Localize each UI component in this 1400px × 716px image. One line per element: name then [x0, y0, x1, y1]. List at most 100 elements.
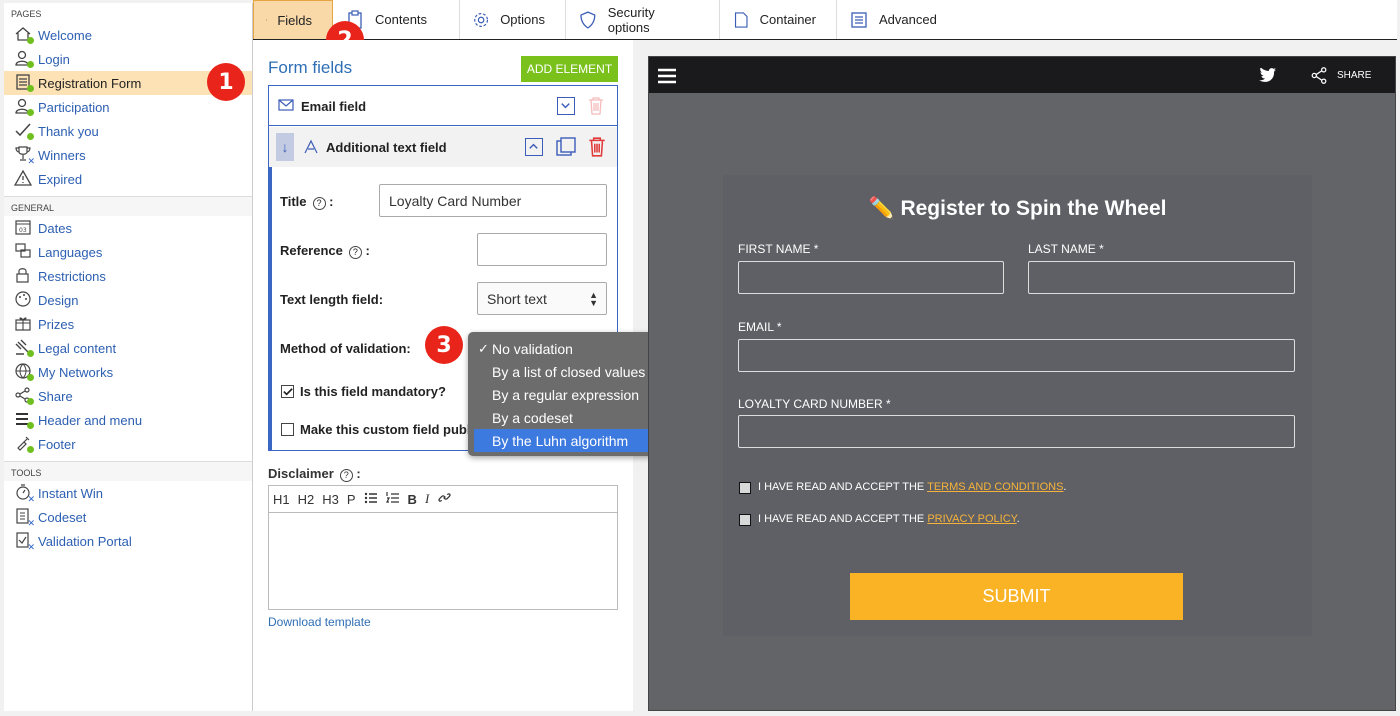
sidebar-item-label: Prizes — [38, 316, 75, 332]
sidebar-item-label: Participation — [38, 99, 110, 115]
italic-button[interactable]: I — [425, 491, 429, 507]
sidebar-item-languages[interactable]: Languages — [4, 240, 252, 264]
trash-icon[interactable] — [587, 136, 607, 158]
sidebar-item-label: Login — [38, 51, 70, 67]
tab-container[interactable]: Container — [720, 0, 837, 39]
expand-button[interactable] — [557, 97, 575, 115]
sidebar-item-validation-portal[interactable]: ✕ Validation Portal — [4, 529, 252, 553]
tab-fields[interactable]: Fields — [253, 0, 333, 39]
title-input[interactable]: Loyalty Card Number — [379, 184, 607, 217]
form-preview: SHARE ✏️ Register to Spin the Wheel FIRS… — [648, 56, 1396, 711]
sidebar-item-header-and-menu[interactable]: Header and menu — [4, 408, 252, 432]
terms-checkbox[interactable] — [739, 482, 751, 494]
drag-handle-icon[interactable]: ↓ — [276, 133, 294, 161]
disclaimer-label: Disclaimer? : — [268, 466, 361, 482]
download-template-link[interactable]: Download template — [268, 615, 371, 629]
option-no-validation[interactable]: No validation — [474, 337, 661, 360]
chevron-up-icon — [529, 143, 538, 149]
email-input[interactable] — [738, 339, 1295, 372]
sidebar-item-label: Registration Form — [38, 75, 142, 91]
tab-security-options[interactable]: Security options — [566, 0, 720, 39]
preview-header: SHARE — [649, 57, 1395, 93]
palette-icon — [14, 290, 34, 310]
sidebar-item-my-networks[interactable]: My Networks — [4, 360, 252, 384]
mandatory-checkbox[interactable] — [281, 385, 294, 398]
email-label: EMAIL * — [738, 320, 782, 334]
sidebar-item-label: Welcome — [38, 27, 92, 43]
first-name-label: FIRST NAME * — [738, 242, 819, 256]
tab-advanced[interactable]: Advanced — [837, 0, 957, 39]
share-label[interactable]: SHARE — [1337, 70, 1371, 81]
paragraph-button[interactable]: P — [347, 492, 356, 507]
privacy-checkbox[interactable] — [739, 514, 751, 526]
sidebar-item-design[interactable]: Design — [4, 288, 252, 312]
terms-suffix: . — [1063, 481, 1067, 493]
sidebar-item-restrictions[interactable]: Restrictions — [4, 264, 252, 288]
option-luhn-algorithm[interactable]: By the Luhn algorithm — [474, 429, 661, 452]
mandatory-label: Is this field mandatory? — [300, 384, 446, 399]
sidebar-item-participation[interactable]: Participation — [4, 95, 252, 119]
title-label: Title? : — [280, 194, 334, 210]
terms-link[interactable]: TERMS AND CONDITIONS — [927, 481, 1063, 493]
gift-icon — [14, 314, 34, 334]
sidebar-item-label: Thank you — [38, 123, 99, 139]
shield-icon — [580, 10, 596, 29]
sidebar-item-thank-you[interactable]: Thank you — [4, 119, 252, 143]
validation-label: Method of validation: — [280, 341, 411, 356]
select-arrows-icon: ▲ ▼ — [589, 290, 598, 308]
h1-button[interactable]: H1 — [273, 492, 290, 507]
sidebar-item-label: Design — [38, 292, 79, 308]
text-length-select[interactable]: Short text ▲ ▼ — [477, 282, 607, 315]
sidebar-item-label: Codeset — [38, 509, 87, 525]
additional-field-header[interactable]: ↓ Additional text field — [269, 127, 617, 167]
sidebar-item-footer[interactable]: Footer — [4, 432, 252, 456]
privacy-prefix: I HAVE READ AND ACCEPT THE — [758, 513, 928, 525]
sidebar-item-dates[interactable]: 03 Dates — [4, 216, 252, 240]
loyalty-card-input[interactable] — [738, 415, 1295, 448]
sidebar-item-legal-content[interactable]: Legal content — [4, 336, 252, 360]
tab-options[interactable]: Options — [460, 0, 566, 39]
link-icon[interactable] — [437, 490, 452, 508]
tab-label: Container — [759, 12, 816, 27]
option-codeset[interactable]: By a codeset — [474, 406, 661, 429]
menu-icon — [14, 410, 34, 430]
numbered-list-icon[interactable] — [385, 491, 400, 508]
share-icon[interactable] — [1310, 67, 1328, 84]
sidebar-item-welcome[interactable]: Welcome — [4, 23, 252, 47]
submit-button[interactable]: SUBMIT — [850, 573, 1183, 620]
privacy-suffix: . — [1016, 513, 1020, 525]
option-closed-values[interactable]: By a list of closed values — [474, 360, 661, 383]
h2-button[interactable]: H2 — [298, 492, 315, 507]
h3-button[interactable]: H3 — [322, 492, 339, 507]
help-icon[interactable]: ? — [348, 246, 362, 259]
sidebar-item-prizes[interactable]: Prizes — [4, 312, 252, 336]
last-name-input[interactable] — [1028, 261, 1295, 294]
text-length-value: Short text — [487, 290, 547, 307]
collapse-button[interactable] — [525, 138, 543, 156]
validation-dropdown[interactable]: No validation By a list of closed values… — [468, 332, 667, 456]
sidebar-item-share[interactable]: Share — [4, 384, 252, 408]
section-heading-tools: TOOLS — [4, 461, 252, 481]
top-tabs: Fields Contents Options Security options… — [253, 0, 1397, 40]
bullet-list-icon[interactable] — [364, 491, 378, 508]
sidebar-item-codeset[interactable]: ✕ Codeset — [4, 505, 252, 529]
help-icon[interactable]: ? — [339, 469, 353, 482]
privacy-link[interactable]: PRIVACY POLICY — [927, 513, 1016, 525]
calendar-icon: 03 — [14, 218, 34, 238]
sidebar-item-expired[interactable]: Expired — [4, 167, 252, 191]
sidebar-item-winners[interactable]: ✕ Winners — [4, 143, 252, 167]
reference-input[interactable] — [477, 233, 607, 266]
public-checkbox[interactable] — [281, 423, 294, 436]
duplicate-icon[interactable] — [555, 136, 577, 158]
tab-label: Contents — [375, 12, 428, 27]
twitter-icon[interactable] — [1259, 68, 1277, 83]
sidebar-item-instant-win[interactable]: ✕ Instant Win — [4, 481, 252, 505]
help-icon[interactable]: ? — [312, 197, 326, 210]
hamburger-icon[interactable] — [657, 68, 677, 84]
email-field-row[interactable]: Email field — [269, 86, 617, 126]
option-regular-expression[interactable]: By a regular expression — [474, 383, 661, 406]
first-name-input[interactable] — [738, 261, 1004, 294]
bold-button[interactable]: B — [408, 492, 417, 507]
disclaimer-editor[interactable]: H1 H2 H3 P B I — [268, 485, 618, 610]
add-element-button[interactable]: ADD ELEMENT — [521, 56, 618, 82]
